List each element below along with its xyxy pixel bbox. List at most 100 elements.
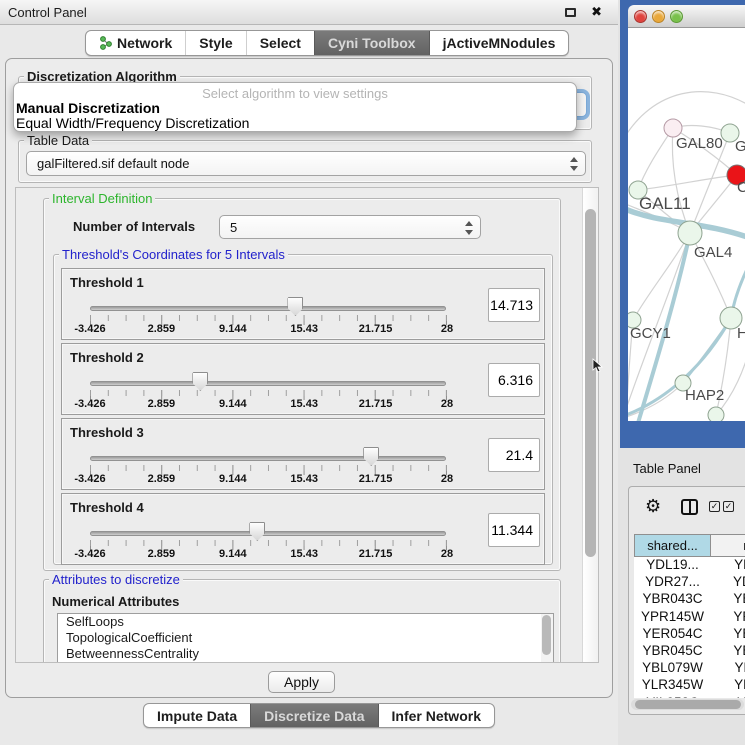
popup-option-equal-width[interactable]: Equal Width/Frequency Discretization — [14, 116, 576, 131]
table-cell[interactable]: YBL0 — [711, 660, 745, 677]
table-scrollbar-thumb[interactable] — [635, 700, 741, 709]
threshold-2-slider-thumb[interactable] — [192, 372, 208, 391]
table-cell[interactable]: YDL19... — [634, 557, 711, 574]
table-row[interactable]: YDL19...YDL1 — [634, 557, 745, 574]
table-cell[interactable]: YDL1 — [711, 557, 745, 574]
slider-scale-label: 15.43 — [290, 548, 318, 560]
table-cell[interactable]: YPR145W — [634, 609, 711, 626]
table-row[interactable]: YBR045CYBR0 — [634, 643, 745, 660]
slider-scale-label: 15.43 — [290, 398, 318, 410]
table-cell[interactable]: YIL052C — [634, 695, 711, 699]
network-window-titlebar — [628, 5, 745, 28]
combo-spinner-icon — [570, 156, 578, 172]
network-window-frame: GAL80 G C GAL11 GAL4 GCY1 H HAP2 — [620, 0, 745, 455]
table-cell[interactable]: YBR0 — [711, 643, 745, 660]
attributes-group: Numerical Attributes SelfLoopsTopologica… — [43, 579, 561, 663]
table-cell[interactable]: YBR045C — [634, 643, 711, 660]
threshold-3-slider-thumb[interactable] — [363, 447, 379, 466]
table-cell[interactable]: YBR043C — [634, 591, 711, 608]
slider-scale-label: 21.715 — [359, 473, 393, 485]
apply-button[interactable]: Apply — [268, 671, 335, 693]
threshold-3-slider-track[interactable] — [90, 456, 446, 461]
checkbox-icon[interactable]: ✓ — [709, 501, 720, 512]
table-cell[interactable]: YIL0 — [711, 695, 745, 699]
table-cell[interactable]: YLR3 — [711, 677, 745, 694]
tab-jactivemnodules[interactable]: jActiveMNodules — [429, 31, 569, 55]
table-cell[interactable]: YBL079W — [634, 660, 711, 677]
table-cell[interactable]: YER054C — [634, 626, 711, 643]
tab-infer-network[interactable]: Infer Network — [378, 704, 494, 727]
table-header-row: shared... na — [634, 534, 745, 557]
numerical-attributes-label: Numerical Attributes — [52, 594, 179, 609]
table-rows[interactable]: YDL19...YDL1YDR27...YDR2YBR043CYBR0YPR14… — [634, 557, 745, 698]
column-header-name[interactable]: na — [711, 534, 745, 557]
threshold-1-slider-track[interactable] — [90, 306, 446, 311]
slider-scale-label: 28 — [441, 473, 453, 485]
table-row[interactable]: YBR043CYBR0 — [634, 591, 745, 608]
table-cell[interactable]: YLR345W — [634, 677, 711, 694]
threshold-3-value-field[interactable]: 21.4 — [488, 438, 540, 472]
tab-impute-data[interactable]: Impute Data — [144, 704, 250, 727]
table-data-combo[interactable]: galFiltered.sif default node — [26, 151, 586, 176]
tab-network[interactable]: Network — [86, 31, 185, 55]
table-panel-header: Table Panel — [620, 448, 745, 486]
table-cell[interactable]: YER0 — [711, 626, 745, 643]
control-panel-titlebar: Control Panel ✖ — [0, 0, 618, 25]
tab-style[interactable]: Style — [185, 31, 245, 55]
numerical-attributes-list[interactable]: SelfLoopsTopologicalCoefficientBetweenne… — [57, 613, 554, 663]
attribute-list-item[interactable]: TopologicalCoefficient — [58, 630, 553, 646]
threshold-1-panel: Threshold 1 -3.4262.8599.14415.4321.7152… — [61, 268, 545, 340]
threshold-4-slider-track[interactable] — [90, 531, 446, 536]
gear-icon[interactable]: ⚙ — [645, 496, 661, 517]
settings-scrollbar — [582, 188, 598, 662]
slider-scale-label: 2.859 — [148, 473, 176, 485]
close-traffic-light[interactable] — [634, 10, 647, 23]
column-header-shared-name[interactable]: shared... — [634, 534, 711, 557]
table-row[interactable]: YLR345WYLR3 — [634, 677, 745, 694]
attribute-list-item[interactable]: BetweennessCentrality — [58, 646, 553, 662]
threshold-2-slider-track[interactable] — [90, 381, 446, 386]
popup-option-manual[interactable]: Manual Discretization — [14, 101, 576, 116]
network-canvas[interactable]: GAL80 G C GAL11 GAL4 GCY1 H HAP2 — [628, 28, 745, 421]
node-gal4[interactable] — [678, 221, 702, 245]
table-row[interactable]: YIL052CYIL0 — [634, 695, 745, 699]
slider-scale-label: 15.43 — [290, 473, 318, 485]
tab-discretize-data[interactable]: Discretize Data — [250, 704, 377, 727]
table-row[interactable]: YPR145WYPR1 — [634, 609, 745, 626]
table-panel-title: Table Panel — [633, 461, 701, 476]
number-of-intervals-combo[interactable]: 5 — [219, 215, 481, 239]
slider-scale-label: 28 — [441, 323, 453, 335]
table-row[interactable]: YER054CYER0 — [634, 626, 745, 643]
node-bottom[interactable] — [708, 407, 724, 421]
table-cell[interactable]: YDR2 — [711, 574, 745, 591]
threshold-2-value-field[interactable]: 6.316 — [488, 363, 540, 397]
threshold-4-slider-thumb[interactable] — [249, 522, 265, 541]
float-window-icon[interactable] — [565, 8, 576, 17]
threshold-1-slider-thumb[interactable] — [287, 297, 303, 316]
close-icon[interactable]: ✖ — [591, 4, 602, 20]
network-graph — [628, 28, 745, 421]
combo-spinner-icon — [465, 220, 473, 236]
attributes-scrollbar-thumb[interactable] — [542, 615, 551, 655]
threshold-1-value-field[interactable]: 14.713 — [488, 288, 540, 322]
table-cell[interactable]: YBR0 — [711, 591, 745, 608]
minimize-traffic-light[interactable] — [652, 10, 665, 23]
slider-scale-label: -3.426 — [74, 548, 105, 560]
slider-scale-label: 21.715 — [359, 548, 393, 560]
table-row[interactable]: YDR27...YDR2 — [634, 574, 745, 591]
threshold-4-panel: Threshold 4 -3.4262.8599.14415.4321.7152… — [61, 493, 545, 565]
settings-scroll-area: Interval Definition Number of Intervals … — [15, 187, 599, 663]
node-label-gal80: GAL80 — [676, 135, 723, 152]
tab-select[interactable]: Select — [246, 31, 314, 55]
split-columns-icon[interactable] — [681, 499, 698, 515]
slider-scale-label: 2.859 — [148, 323, 176, 335]
zoom-traffic-light[interactable] — [670, 10, 683, 23]
table-row[interactable]: YBL079WYBL0 — [634, 660, 745, 677]
attribute-list-item[interactable]: SelfLoops — [58, 614, 553, 630]
settings-scrollbar-thumb[interactable] — [585, 209, 596, 557]
threshold-4-value-field[interactable]: 11.344 — [488, 513, 540, 547]
tab-cyni-toolbox[interactable]: Cyni Toolbox — [314, 31, 429, 55]
table-cell[interactable]: YPR1 — [711, 609, 745, 626]
checkbox-icon[interactable]: ✓ — [723, 501, 734, 512]
table-cell[interactable]: YDR27... — [634, 574, 711, 591]
